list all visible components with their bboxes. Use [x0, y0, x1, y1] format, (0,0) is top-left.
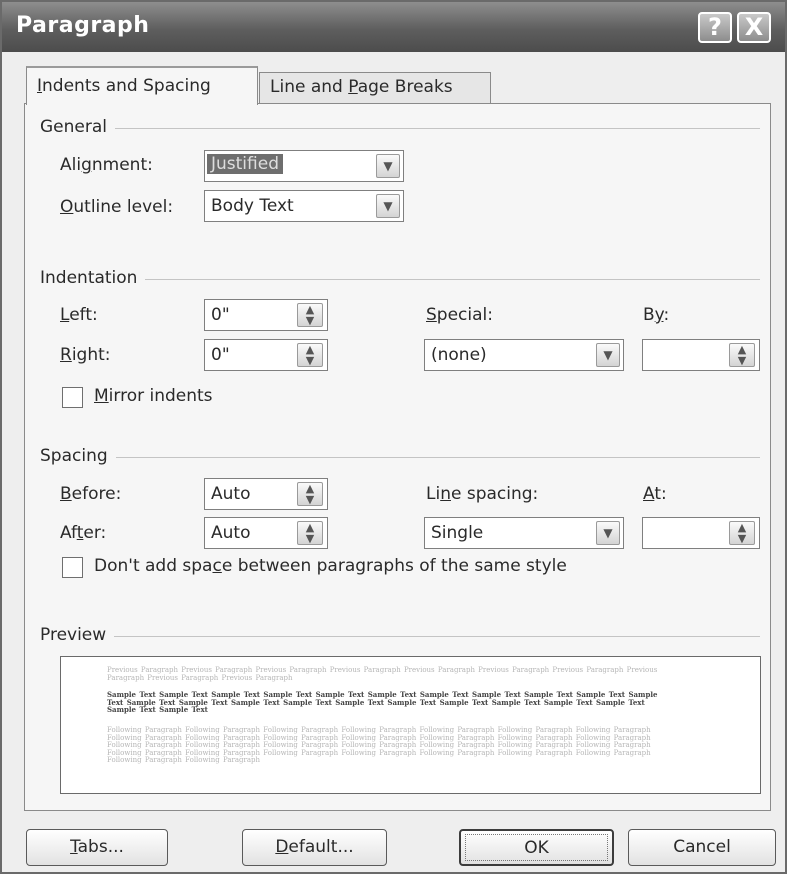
title-bar[interactable]: Paragraph ? X [2, 2, 785, 52]
after-label: After: [60, 523, 107, 543]
spin-up-down-icon[interactable]: ▲ ▼ [297, 343, 323, 367]
spin-up-down-icon[interactable]: ▲ ▼ [729, 521, 755, 545]
left-indent-value: 0" [211, 305, 230, 325]
left-indent-label: Left: [60, 305, 98, 325]
spacing-divider [42, 457, 760, 458]
outline-level-value: Body Text [211, 196, 294, 216]
default-button[interactable]: Default... [242, 829, 387, 866]
preview-sample-text: Sample Text Sample Text Sample Text Samp… [107, 690, 661, 715]
tab-label-post: age Breaks [357, 77, 453, 97]
after-value: Auto [211, 523, 251, 543]
outline-level-label: Outline level: [60, 197, 174, 217]
at-label: At: [643, 484, 667, 504]
by-spinner[interactable]: ▲ ▼ [642, 339, 760, 371]
special-label: Special: [426, 305, 493, 325]
close-button[interactable]: X [737, 12, 771, 43]
right-indent-spinner[interactable]: 0" ▲ ▼ [204, 339, 328, 371]
outline-level-dropdown[interactable]: Body Text ▼ [204, 190, 404, 222]
spin-up-down-icon[interactable]: ▲ ▼ [297, 521, 323, 545]
at-spinner[interactable]: ▲ ▼ [642, 517, 760, 549]
tab-label-pre: Line and [270, 77, 349, 97]
preview-divider [42, 636, 760, 637]
general-heading: General [40, 117, 115, 137]
before-spinner[interactable]: Auto ▲ ▼ [204, 478, 328, 510]
tabs-button[interactable]: Tabs... [26, 829, 168, 866]
right-indent-label: Right: [60, 345, 111, 365]
indentation-divider [42, 279, 760, 280]
help-button[interactable]: ? [698, 12, 732, 43]
focus-rectangle [465, 834, 608, 861]
preview-previous-paragraph: Previous Paragraph Previous Paragraph Pr… [107, 666, 661, 682]
indentation-heading: Indentation [40, 268, 146, 288]
after-spinner[interactable]: Auto ▲ ▼ [204, 517, 328, 549]
special-value: (none) [431, 345, 487, 365]
chevron-down-icon[interactable]: ▼ [596, 521, 620, 545]
tab-label-post: ndents and Spacing [42, 76, 211, 96]
preview-following-paragraph: Following Paragraph Following Paragraph … [107, 726, 654, 765]
spin-up-down-icon[interactable]: ▲ ▼ [297, 303, 323, 327]
mirror-indents-label[interactable]: Mirror indents [94, 386, 213, 406]
chevron-down-icon[interactable]: ▼ [376, 154, 400, 178]
line-spacing-value: Single [431, 523, 484, 543]
chevron-down-icon[interactable]: ▼ [376, 194, 400, 218]
paragraph-dialog: Paragraph ? X Indents and Spacing Line a… [0, 0, 787, 874]
general-divider [42, 128, 760, 129]
ok-button[interactable]: OK [459, 829, 614, 866]
cancel-label: Cancel [673, 837, 731, 857]
preview-heading: Preview [40, 625, 115, 645]
line-spacing-label: Line spacing: [426, 484, 539, 504]
close-icon: X [744, 13, 764, 41]
chevron-down-icon[interactable]: ▼ [596, 343, 620, 367]
dont-add-space-checkbox[interactable] [62, 557, 83, 578]
spin-up-down-icon[interactable]: ▲ ▼ [729, 343, 755, 367]
alignment-label: Alignment: [60, 155, 153, 175]
left-indent-spinner[interactable]: 0" ▲ ▼ [204, 299, 328, 331]
tab-label-key: P [348, 77, 358, 97]
window-title: Paragraph [16, 13, 150, 38]
mirror-indents-checkbox[interactable] [62, 387, 83, 408]
alignment-value: Justified [207, 154, 283, 174]
before-label: Before: [60, 484, 122, 504]
help-icon: ? [708, 13, 722, 41]
spin-up-down-icon[interactable]: ▲ ▼ [297, 482, 323, 506]
before-value: Auto [211, 484, 251, 504]
dont-add-space-label[interactable]: Don't add space between paragraphs of th… [94, 556, 567, 576]
alignment-dropdown[interactable]: Justified ▼ [204, 150, 404, 182]
line-spacing-dropdown[interactable]: Single ▼ [424, 517, 624, 549]
spacing-heading: Spacing [40, 446, 116, 466]
cancel-button[interactable]: Cancel [628, 829, 776, 866]
preview-box: Previous Paragraph Previous Paragraph Pr… [60, 656, 761, 794]
right-indent-value: 0" [211, 345, 230, 365]
by-label: By: [643, 305, 670, 325]
tab-indents-and-spacing[interactable]: Indents and Spacing [26, 66, 258, 105]
special-dropdown[interactable]: (none) ▼ [424, 339, 624, 371]
tab-line-and-page-breaks[interactable]: Line and Page Breaks [259, 72, 491, 104]
